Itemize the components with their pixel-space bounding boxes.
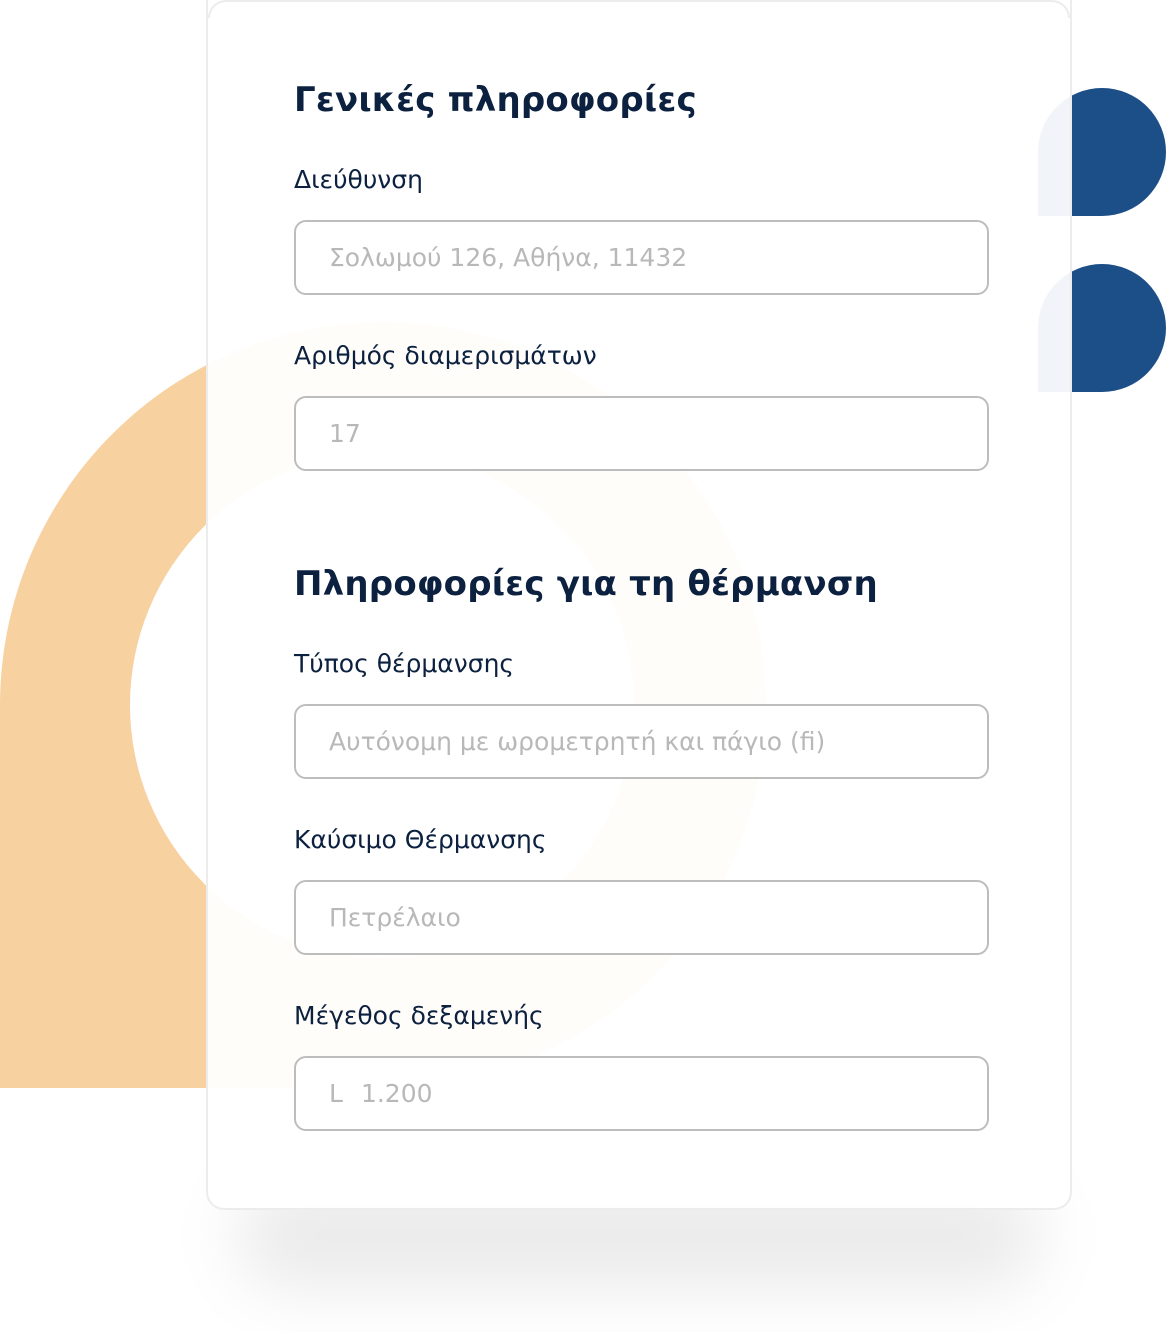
card-top-border (208, 0, 1070, 18)
tank-size-value: 1.200 (360, 1079, 433, 1108)
address-label: Διεύθυνση (294, 165, 423, 194)
tank-size-label: Μέγεθος δεξαμενής (294, 1001, 544, 1030)
general-info-title: Γενικές πληροφορίες (294, 80, 697, 120)
address-value: Σολωμού 126, Αθήνα, 11432 (329, 243, 688, 272)
heating-type-value: Αυτόνομη με ωρομετρητή και πάγιο (fi) (329, 727, 826, 756)
heating-fuel-field[interactable]: Πετρέλαιο (294, 880, 989, 955)
address-field[interactable]: Σολωμού 126, Αθήνα, 11432 (294, 220, 989, 295)
heating-type-label: Τύπος θέρμανσης (294, 649, 515, 678)
heating-info-title: Πληροφορίες για τη θέρμανση (294, 564, 878, 604)
apartments-value: 17 (329, 419, 361, 448)
heating-fuel-label: Καύσιμο Θέρμανσης (294, 825, 547, 854)
heating-fuel-value: Πετρέλαιο (329, 903, 461, 932)
heating-type-field[interactable]: Αυτόνομη με ωρομετρητή και πάγιο (fi) (294, 704, 989, 779)
tank-unit: L (329, 1079, 343, 1108)
tank-size-field[interactable]: L 1.200 (294, 1056, 989, 1131)
form-card: Γενικές πληροφορίες Διεύθυνση Σολωμού 12… (206, 0, 1072, 1210)
apartments-field[interactable]: 17 (294, 396, 989, 471)
apartments-label: Αριθμός διαμερισμάτων (294, 341, 597, 370)
